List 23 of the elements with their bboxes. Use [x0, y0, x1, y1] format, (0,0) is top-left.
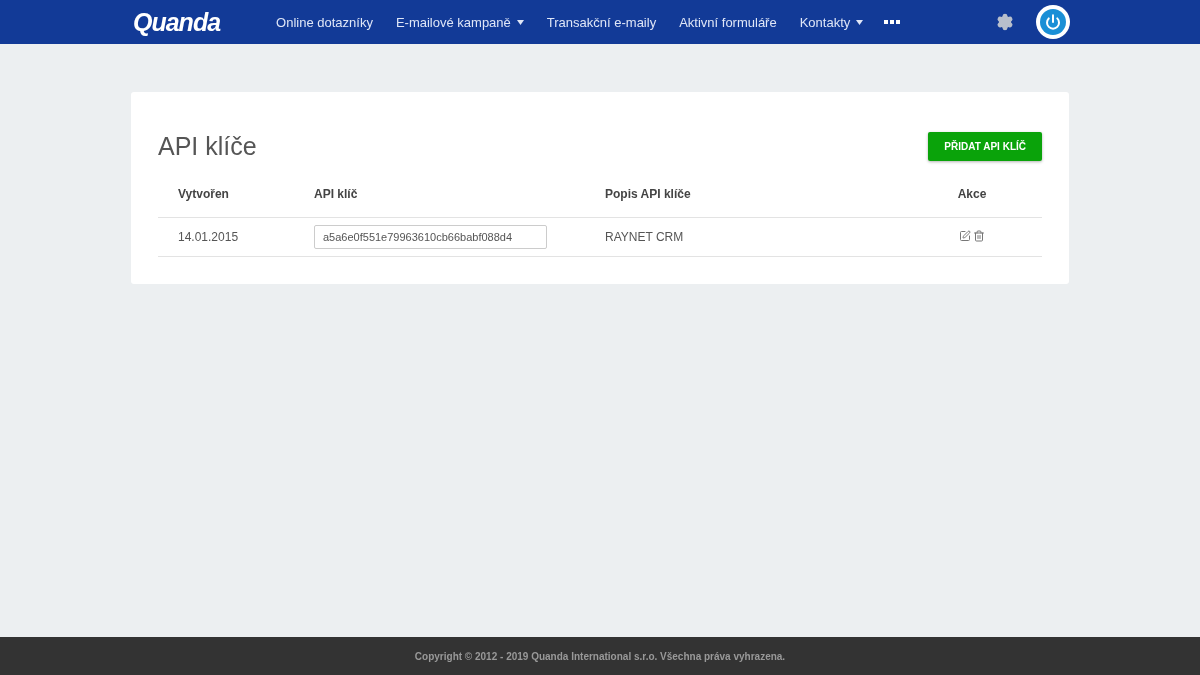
settings-icon[interactable] — [996, 13, 1014, 31]
more-icon[interactable] — [884, 20, 901, 24]
nav-link[interactable]: Kontakty — [799, 14, 864, 30]
date-text: 14.01.2015 — [178, 230, 239, 244]
column-header: API klíč — [294, 177, 585, 218]
footer: Copyright © 2012 - 2019 Quanda International s.r.o. Všechna práva vyhrazena. — [0, 637, 1200, 675]
power-icon — [1045, 14, 1061, 30]
edit-icon[interactable] — [959, 229, 971, 242]
column-header: Popis API klíče — [585, 177, 902, 218]
caret-icon — [516, 19, 524, 25]
nav-link[interactable]: Online dotazníky — [276, 14, 373, 30]
logo[interactable]: Quanda — [133, 7, 221, 37]
api-key-field[interactable]: a5a6e0f551e79963610cb66babf088d4 — [314, 225, 547, 249]
caret-icon — [856, 19, 864, 25]
description-text: RAYNET CRM — [605, 230, 684, 244]
column-header: Vytvořen — [158, 177, 294, 218]
nav-link[interactable]: Aktivní formuláře — [679, 14, 777, 30]
delete-icon[interactable] — [973, 229, 985, 242]
column-header: Akce — [902, 177, 1042, 218]
nav-link[interactable]: E-mailové kampaně — [395, 14, 524, 30]
power-button[interactable] — [1036, 5, 1070, 39]
page-title: API klíče — [158, 132, 257, 161]
nav-link[interactable]: Transakční e-maily — [546, 14, 657, 30]
